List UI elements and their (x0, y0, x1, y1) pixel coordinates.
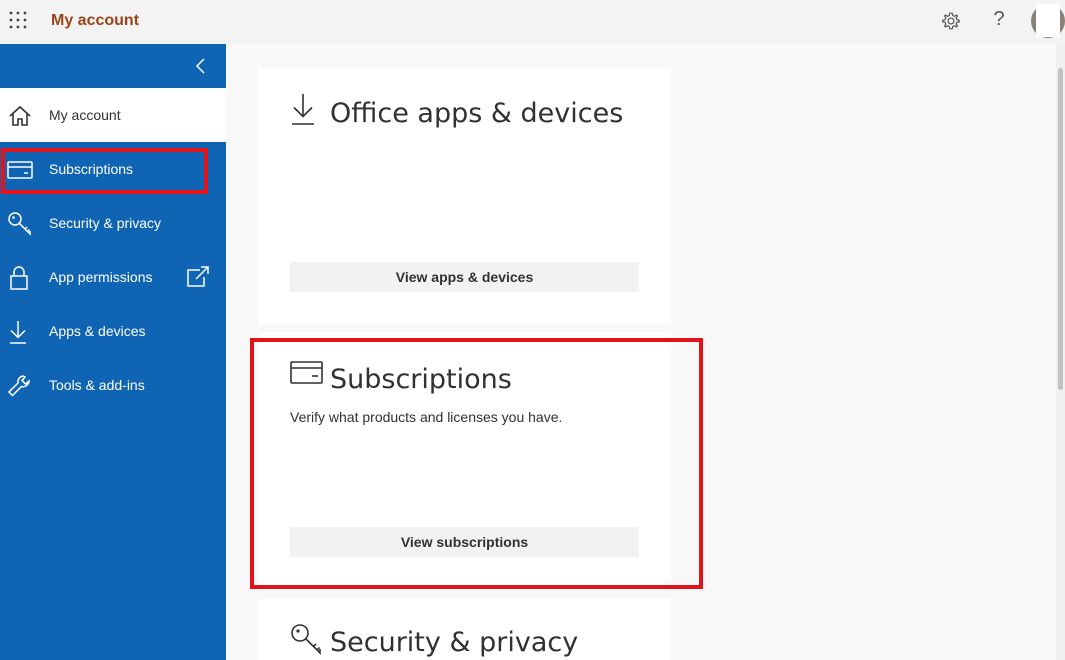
sidebar-item-label: Tools & add-ins (49, 377, 145, 393)
view-apps-devices-button[interactable]: View apps & devices (290, 262, 639, 292)
annotation-highlight-subscriptions-card (250, 338, 703, 589)
annotation-highlight-subscriptions-nav (1, 148, 208, 194)
security-privacy-card: Security & privacy (258, 599, 671, 660)
sidebar-item-app-permissions[interactable]: App permissions (0, 250, 226, 304)
sidebar-item-label: My account (49, 107, 121, 123)
download-icon (10, 321, 26, 344)
key-icon (8, 212, 31, 236)
waffle-icon[interactable] (9, 11, 27, 29)
sidebar-item-my-account[interactable]: My account (0, 88, 226, 142)
avatar-overlay (1036, 4, 1060, 37)
sidebar-item-label: Security & privacy (49, 215, 162, 231)
help-icon[interactable]: ? (988, 8, 1010, 30)
sidebar-item-label: Apps & devices (49, 323, 146, 339)
sidebar-item-security-privacy[interactable]: Security & privacy (0, 196, 226, 250)
download-icon (292, 94, 314, 125)
app-title[interactable]: My account (51, 12, 139, 30)
card-title: Office apps & devices (330, 98, 624, 129)
sidebar-item-tools-addins[interactable]: Tools & add-ins (0, 358, 226, 412)
key-icon (291, 624, 321, 655)
office-apps-card: Office apps & devices View apps & device… (258, 68, 671, 325)
sidebar-item-apps-devices[interactable]: Apps & devices (0, 304, 226, 358)
sidebar-item-label: App permissions (49, 269, 153, 285)
sidebar: My account Subscriptions Security & priv… (0, 44, 226, 660)
scroll-thumb[interactable] (1058, 68, 1063, 390)
external-link-icon (187, 266, 209, 287)
card-title: Security & privacy (330, 627, 579, 658)
wrench-icon (7, 375, 30, 397)
top-bar: My account ? (0, 0, 1065, 44)
lock-icon (10, 266, 28, 290)
home-icon (9, 105, 31, 126)
chevron-left-icon[interactable] (191, 56, 211, 76)
gear-icon[interactable] (940, 10, 962, 32)
scrollbar[interactable] (1056, 44, 1065, 660)
